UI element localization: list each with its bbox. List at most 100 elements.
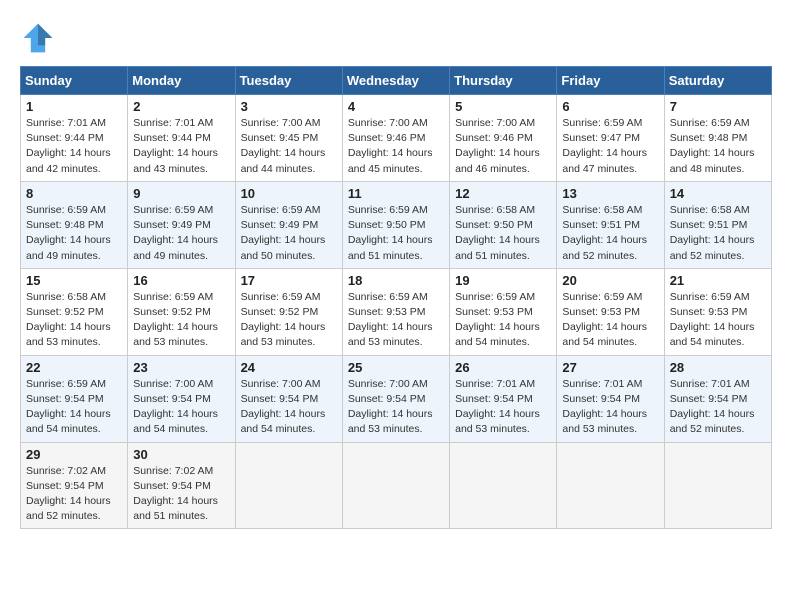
calendar-week-5: 29 Sunrise: 7:02 AM Sunset: 9:54 PM Dayli… xyxy=(21,442,772,529)
day-info: Sunrise: 6:58 AM Sunset: 9:51 PM Dayligh… xyxy=(670,203,766,264)
day-info: Sunrise: 6:59 AM Sunset: 9:52 PM Dayligh… xyxy=(133,290,229,351)
calendar-cell: 20Sunrise: 6:59 AM Sunset: 9:53 PM Dayli… xyxy=(557,268,664,355)
day-number: 24 xyxy=(241,360,337,375)
day-info: Sunrise: 7:01 AM Sunset: 9:54 PM Dayligh… xyxy=(670,377,766,438)
calendar-cell: 6 Sunrise: 6:59 AM Sunset: 9:47 PM Daylig… xyxy=(557,95,664,182)
day-info: Sunrise: 6:59 AM Sunset: 9:54 PM Dayligh… xyxy=(26,377,122,438)
calendar-cell: 25 Sunrise: 7:00 AM Sunset: 9:54 PM Dayli… xyxy=(342,355,449,442)
day-number: 5 xyxy=(455,99,551,114)
calendar-cell: 18 Sunrise: 6:59 AM Sunset: 9:53 PM Dayli… xyxy=(342,268,449,355)
day-number: 8 xyxy=(26,186,122,201)
day-info: Sunrise: 7:00 AM Sunset: 9:54 PM Dayligh… xyxy=(348,377,444,438)
calendar-cell: 13 Sunrise: 6:58 AM Sunset: 9:51 PM Dayli… xyxy=(557,181,664,268)
day-number: 6 xyxy=(562,99,658,114)
day-info: Sunrise: 6:59 AM Sunset: 9:53 PM Dayligh… xyxy=(670,290,766,351)
calendar-week-2: 8 Sunrise: 6:59 AM Sunset: 9:48 PM Daylig… xyxy=(21,181,772,268)
calendar-cell: 23Sunrise: 7:00 AM Sunset: 9:54 PM Dayli… xyxy=(128,355,235,442)
day-info: Sunrise: 6:59 AM Sunset: 9:47 PM Dayligh… xyxy=(562,116,658,177)
day-number: 15 xyxy=(26,273,122,288)
page-header xyxy=(20,20,772,56)
calendar-cell: 2Sunrise: 7:01 AM Sunset: 9:44 PM Daylig… xyxy=(128,95,235,182)
day-number: 28 xyxy=(670,360,766,375)
calendar-cell xyxy=(557,442,664,529)
calendar-week-3: 15 Sunrise: 6:58 AM Sunset: 9:52 PM Dayli… xyxy=(21,268,772,355)
day-number: 14 xyxy=(670,186,766,201)
day-number: 23 xyxy=(133,360,229,375)
calendar-cell: 12 Sunrise: 6:58 AM Sunset: 9:50 PM Dayli… xyxy=(450,181,557,268)
calendar-cell: 17Sunrise: 6:59 AM Sunset: 9:52 PM Dayli… xyxy=(235,268,342,355)
day-info: Sunrise: 6:59 AM Sunset: 9:49 PM Dayligh… xyxy=(241,203,337,264)
calendar-table: SundayMondayTuesdayWednesdayThursdayFrid… xyxy=(20,66,772,529)
day-number: 7 xyxy=(670,99,766,114)
day-info: Sunrise: 6:59 AM Sunset: 9:53 PM Dayligh… xyxy=(348,290,444,351)
day-info: Sunrise: 7:00 AM Sunset: 9:54 PM Dayligh… xyxy=(241,377,337,438)
day-number: 9 xyxy=(133,186,229,201)
day-number: 19 xyxy=(455,273,551,288)
calendar-cell: 16 Sunrise: 6:59 AM Sunset: 9:52 PM Dayli… xyxy=(128,268,235,355)
calendar-cell: 27 Sunrise: 7:01 AM Sunset: 9:54 PM Dayli… xyxy=(557,355,664,442)
calendar-cell: 15 Sunrise: 6:58 AM Sunset: 9:52 PM Dayli… xyxy=(21,268,128,355)
day-info: Sunrise: 7:00 AM Sunset: 9:46 PM Dayligh… xyxy=(348,116,444,177)
calendar-cell: 4 Sunrise: 7:00 AM Sunset: 9:46 PM Daylig… xyxy=(342,95,449,182)
day-number: 10 xyxy=(241,186,337,201)
calendar-cell: 28 Sunrise: 7:01 AM Sunset: 9:54 PM Dayli… xyxy=(664,355,771,442)
day-info: Sunrise: 6:59 AM Sunset: 9:48 PM Dayligh… xyxy=(670,116,766,177)
day-number: 21 xyxy=(670,273,766,288)
day-number: 16 xyxy=(133,273,229,288)
day-info: Sunrise: 6:58 AM Sunset: 9:50 PM Dayligh… xyxy=(455,203,551,264)
calendar-cell xyxy=(342,442,449,529)
calendar-cell: 24 Sunrise: 7:00 AM Sunset: 9:54 PM Dayli… xyxy=(235,355,342,442)
calendar-cell: 21 Sunrise: 6:59 AM Sunset: 9:53 PM Dayli… xyxy=(664,268,771,355)
day-number: 3 xyxy=(241,99,337,114)
calendar-body: 1 Sunrise: 7:01 AM Sunset: 9:44 PM Daylig… xyxy=(21,95,772,529)
day-info: Sunrise: 6:58 AM Sunset: 9:51 PM Dayligh… xyxy=(562,203,658,264)
calendar-cell xyxy=(235,442,342,529)
weekday-header-saturday: Saturday xyxy=(664,67,771,95)
calendar-cell: 5 Sunrise: 7:00 AM Sunset: 9:46 PM Daylig… xyxy=(450,95,557,182)
weekday-header-tuesday: Tuesday xyxy=(235,67,342,95)
calendar-cell: 10 Sunrise: 6:59 AM Sunset: 9:49 PM Dayli… xyxy=(235,181,342,268)
day-info: Sunrise: 7:01 AM Sunset: 9:44 PM Dayligh… xyxy=(133,116,229,177)
day-number: 25 xyxy=(348,360,444,375)
weekday-header-sunday: Sunday xyxy=(21,67,128,95)
day-number: 12 xyxy=(455,186,551,201)
calendar-header-row: SundayMondayTuesdayWednesdayThursdayFrid… xyxy=(21,67,772,95)
day-number: 11 xyxy=(348,186,444,201)
logo xyxy=(20,20,62,56)
calendar-cell: 29 Sunrise: 7:02 AM Sunset: 9:54 PM Dayli… xyxy=(21,442,128,529)
day-info: Sunrise: 7:00 AM Sunset: 9:46 PM Dayligh… xyxy=(455,116,551,177)
day-number: 30 xyxy=(133,447,229,462)
day-info: Sunrise: 7:02 AM Sunset: 9:54 PM Dayligh… xyxy=(26,464,122,525)
calendar-cell: 14 Sunrise: 6:58 AM Sunset: 9:51 PM Dayli… xyxy=(664,181,771,268)
day-info: Sunrise: 7:00 AM Sunset: 9:45 PM Dayligh… xyxy=(241,116,337,177)
day-number: 29 xyxy=(26,447,122,462)
weekday-header-thursday: Thursday xyxy=(450,67,557,95)
day-number: 26 xyxy=(455,360,551,375)
weekday-header-friday: Friday xyxy=(557,67,664,95)
calendar-cell: 30 Sunrise: 7:02 AM Sunset: 9:54 PM Dayli… xyxy=(128,442,235,529)
calendar-cell: 19 Sunrise: 6:59 AM Sunset: 9:53 PM Dayli… xyxy=(450,268,557,355)
calendar-cell: 9Sunrise: 6:59 AM Sunset: 9:49 PM Daylig… xyxy=(128,181,235,268)
day-info: Sunrise: 7:01 AM Sunset: 9:54 PM Dayligh… xyxy=(562,377,658,438)
weekday-header-monday: Monday xyxy=(128,67,235,95)
day-info: Sunrise: 6:58 AM Sunset: 9:52 PM Dayligh… xyxy=(26,290,122,351)
day-number: 27 xyxy=(562,360,658,375)
day-number: 4 xyxy=(348,99,444,114)
calendar-cell: 22Sunrise: 6:59 AM Sunset: 9:54 PM Dayli… xyxy=(21,355,128,442)
day-number: 1 xyxy=(26,99,122,114)
day-number: 13 xyxy=(562,186,658,201)
calendar-cell: 1 Sunrise: 7:01 AM Sunset: 9:44 PM Daylig… xyxy=(21,95,128,182)
day-info: Sunrise: 6:59 AM Sunset: 9:53 PM Dayligh… xyxy=(455,290,551,351)
calendar-cell: 3 Sunrise: 7:00 AM Sunset: 9:45 PM Daylig… xyxy=(235,95,342,182)
day-info: Sunrise: 6:59 AM Sunset: 9:50 PM Dayligh… xyxy=(348,203,444,264)
calendar-cell xyxy=(450,442,557,529)
calendar-week-1: 1 Sunrise: 7:01 AM Sunset: 9:44 PM Daylig… xyxy=(21,95,772,182)
day-number: 18 xyxy=(348,273,444,288)
day-number: 20 xyxy=(562,273,658,288)
day-info: Sunrise: 7:01 AM Sunset: 9:44 PM Dayligh… xyxy=(26,116,122,177)
day-info: Sunrise: 7:01 AM Sunset: 9:54 PM Dayligh… xyxy=(455,377,551,438)
calendar-cell: 8 Sunrise: 6:59 AM Sunset: 9:48 PM Daylig… xyxy=(21,181,128,268)
day-info: Sunrise: 6:59 AM Sunset: 9:48 PM Dayligh… xyxy=(26,203,122,264)
calendar-week-4: 22Sunrise: 6:59 AM Sunset: 9:54 PM Dayli… xyxy=(21,355,772,442)
day-info: Sunrise: 7:02 AM Sunset: 9:54 PM Dayligh… xyxy=(133,464,229,525)
